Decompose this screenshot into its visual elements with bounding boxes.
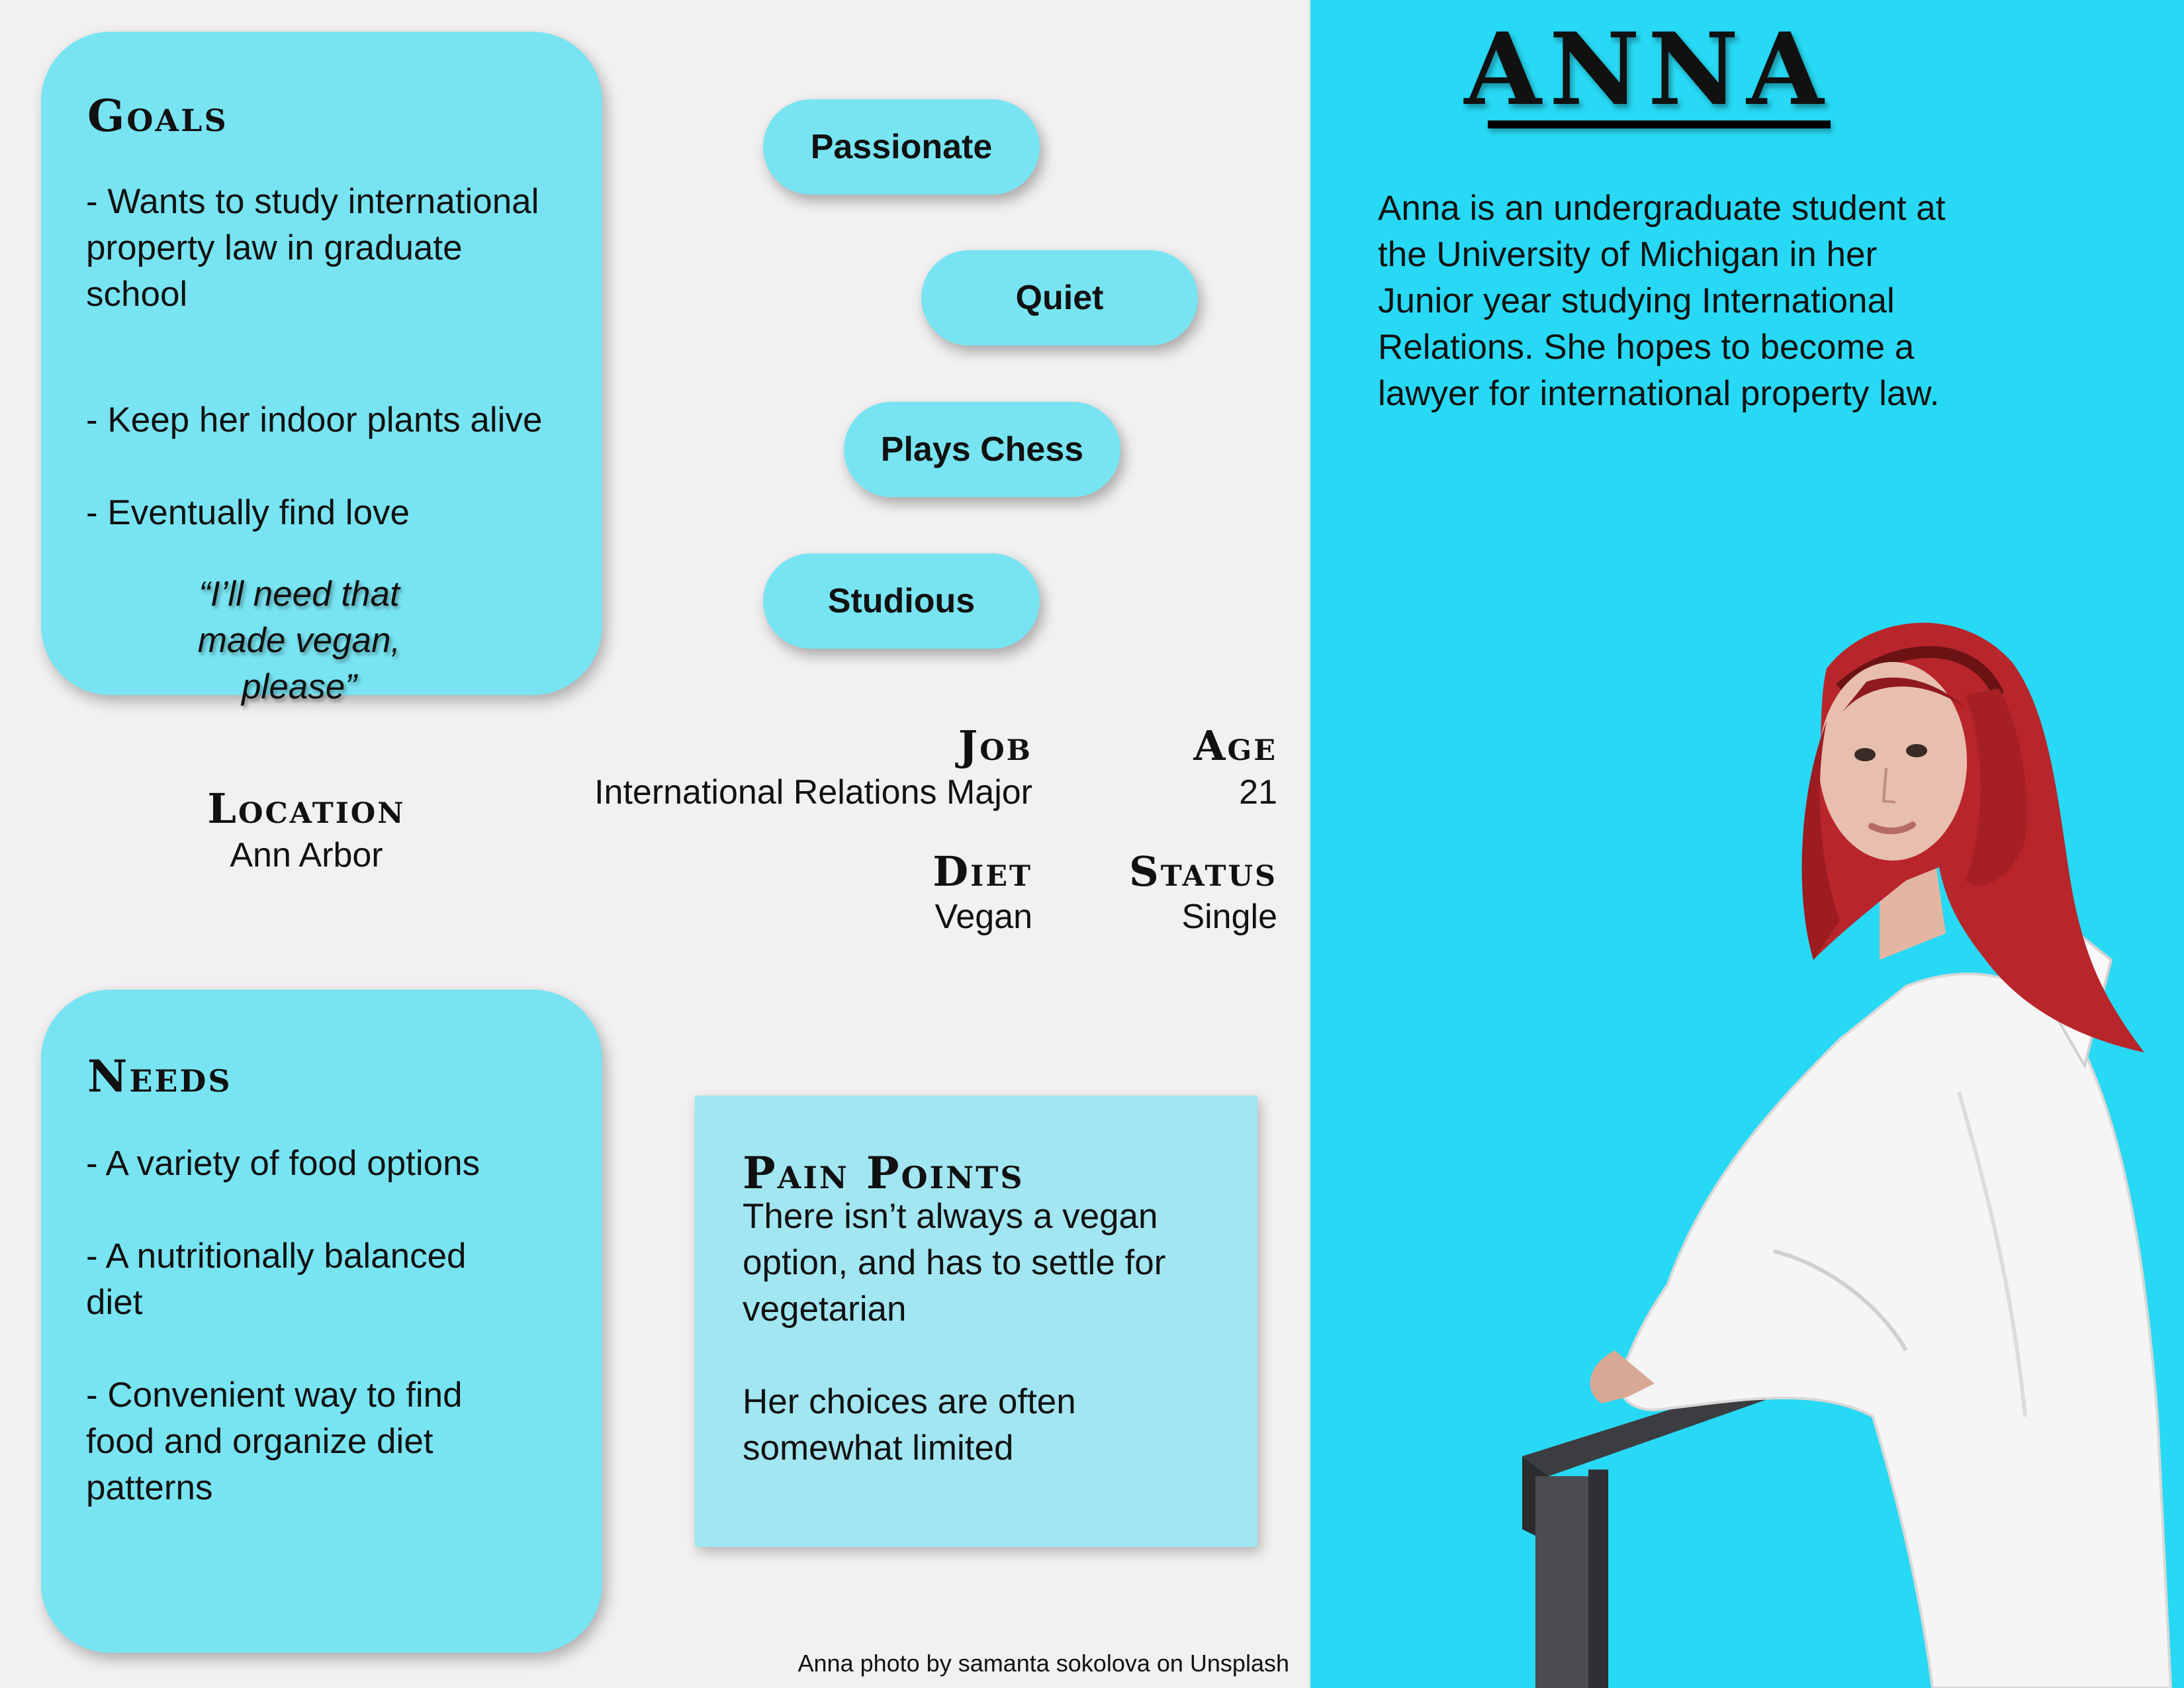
- goals-quote: “I’ll need that made vegan, please”: [197, 575, 401, 706]
- needs-item: - Convenient way to find food and organi…: [86, 1376, 463, 1507]
- diet-label: Diet: [933, 847, 1032, 896]
- goals-item: - Eventually find love: [86, 493, 410, 532]
- job-value: International Relations Major: [594, 773, 1032, 812]
- location-label: Location: [207, 784, 406, 833]
- age-value: 21: [1239, 773, 1277, 812]
- pain-points-card: Pain Points There isn’t always a vegan o…: [695, 1096, 1257, 1547]
- pain-points-item: There isn’t always a vegan option, and h…: [743, 1197, 1166, 1329]
- location-value: Ann Arbor: [230, 836, 383, 874]
- trait-passionate: Passionate: [763, 99, 1040, 195]
- goals-item: - Keep her indoor plants alive: [86, 400, 543, 440]
- persona-panel: ANNA Anna is an undergraduate student at…: [1310, 0, 2184, 1688]
- needs-title: Needs: [87, 1051, 232, 1102]
- photo-credit: Anna photo by samanta sokolova on Unspla…: [797, 1650, 1289, 1677]
- goals-card: Goals - Wants to study international pro…: [41, 32, 602, 706]
- job-label: Job: [958, 722, 1032, 770]
- status-label: Status: [1129, 847, 1277, 896]
- needs-item: - A variety of food options: [86, 1144, 480, 1183]
- persona-name-underline: [1488, 120, 1831, 128]
- railing-post: [1535, 1476, 1588, 1688]
- persona-bio: Anna is an undergraduate student at the …: [1378, 189, 1946, 413]
- status-value: Single: [1181, 898, 1277, 936]
- persona-photo: [1522, 622, 2173, 1688]
- needs-card: Needs - A variety of food options - A nu…: [41, 990, 602, 1653]
- trait-plays-chess: Plays Chess: [844, 402, 1120, 497]
- trait-quiet: Quiet: [921, 250, 1198, 346]
- diet-value: Vegan: [934, 898, 1033, 936]
- goals-item: - Wants to study international property …: [86, 182, 539, 314]
- age-label: Age: [1193, 722, 1277, 770]
- goals-title: Goals: [87, 90, 228, 142]
- persona-name: ANNA: [1464, 11, 1832, 128]
- pain-points-item: Her choices are often somewhat limited: [743, 1382, 1076, 1468]
- pain-points-title: Pain Points: [743, 1147, 1024, 1199]
- trait-studious: Studious: [763, 553, 1040, 649]
- needs-item: - A nutritionally balanced diet: [86, 1237, 467, 1322]
